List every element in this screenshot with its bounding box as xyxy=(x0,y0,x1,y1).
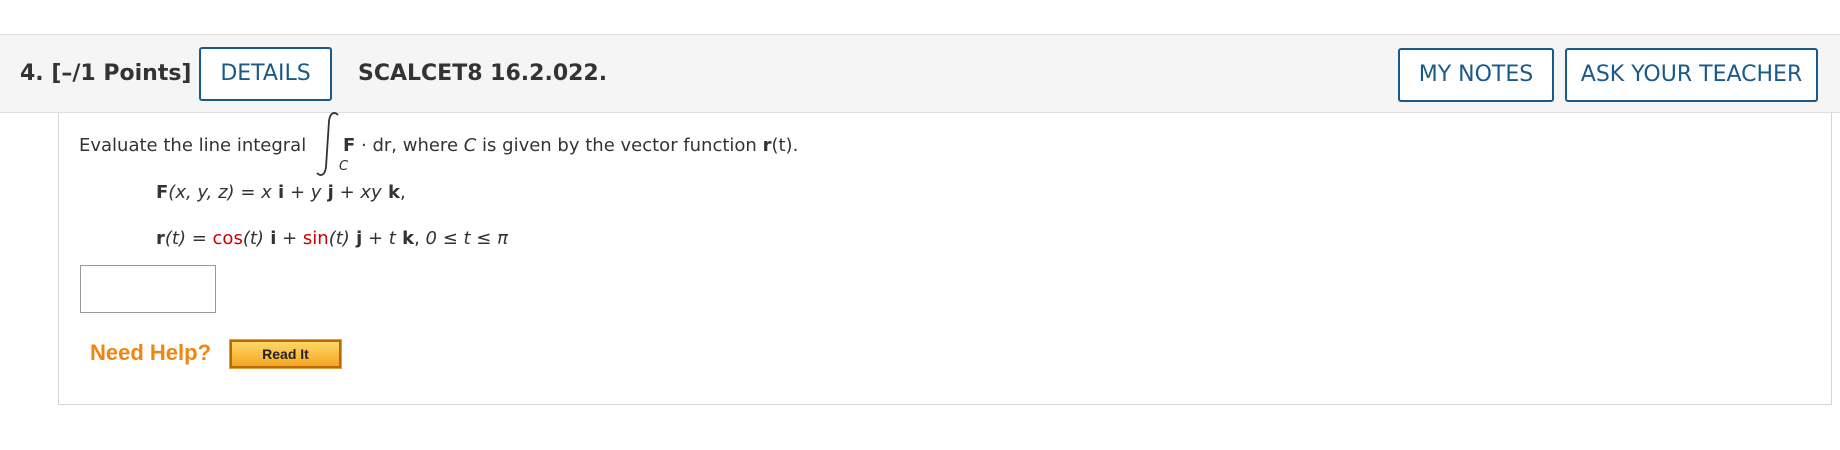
r-j: j xyxy=(349,228,363,249)
read-it-button[interactable]: Read It xyxy=(229,339,342,369)
r-comma: , xyxy=(414,228,426,249)
answer-input[interactable] xyxy=(80,265,216,313)
need-help-label: Need Help? xyxy=(90,340,212,365)
cos-function: cos xyxy=(212,228,243,249)
vector-field-F: F(x, y, z) = x i + y j + xy k, xyxy=(156,182,406,203)
t-range: 0 ≤ t ≤ π xyxy=(425,228,508,249)
prompt-middle: is given by the vector function xyxy=(476,135,763,156)
r-i: i xyxy=(263,228,277,249)
F-i: i xyxy=(271,182,285,203)
question-body: Evaluate the line integral C F · dr, whe… xyxy=(58,112,1832,405)
F-j: j xyxy=(321,182,334,203)
prompt-rest: F · dr, where C is given by the vector f… xyxy=(343,135,798,156)
sin-arg: (t) xyxy=(328,228,350,249)
F-y: y xyxy=(310,182,322,203)
F-k: k xyxy=(381,182,400,203)
question-number-points: 4. [–/1 Points] xyxy=(20,61,192,86)
curve-symbol: C xyxy=(463,135,477,156)
r-eq: = xyxy=(186,228,213,249)
vector-F: F xyxy=(343,135,356,156)
r-k: k xyxy=(395,228,415,249)
F-end: , xyxy=(399,182,406,203)
integral-subscript: C xyxy=(339,159,349,174)
details-button[interactable]: DETAILS xyxy=(199,47,332,101)
r-t: t xyxy=(388,228,396,249)
r-plus1: + xyxy=(276,228,303,249)
sin-function: sin xyxy=(302,228,329,249)
vector-function-r: r(t) = cos(t) i + sin(t) j + t k, 0 ≤ t … xyxy=(156,228,508,249)
r-argument: (t) xyxy=(771,135,793,156)
F-eq: = xyxy=(234,182,262,203)
prompt-intro: Evaluate the line integral xyxy=(79,135,307,156)
prompt-end: . xyxy=(792,135,799,156)
question-code: SCALCET8 16.2.022. xyxy=(358,61,608,86)
F-x: x xyxy=(261,182,272,203)
F-plus2: + xyxy=(333,182,361,203)
F-xy: xy xyxy=(360,182,382,203)
F-args: (x, y, z) xyxy=(168,182,235,203)
my-notes-button[interactable]: MY NOTES xyxy=(1398,48,1554,102)
integrand-text: · dr, where xyxy=(355,135,464,156)
question-header: 4. [–/1 Points] DETAILS SCALCET8 16.2.02… xyxy=(0,34,1840,113)
F-label: F xyxy=(156,182,169,203)
r-arg: (t) xyxy=(164,228,186,249)
ask-your-teacher-button[interactable]: ASK YOUR TEACHER xyxy=(1565,48,1818,102)
r-label: r xyxy=(156,228,165,249)
F-plus1: + xyxy=(284,182,311,203)
cos-arg: (t) xyxy=(242,228,264,249)
r-plus2: + xyxy=(362,228,389,249)
